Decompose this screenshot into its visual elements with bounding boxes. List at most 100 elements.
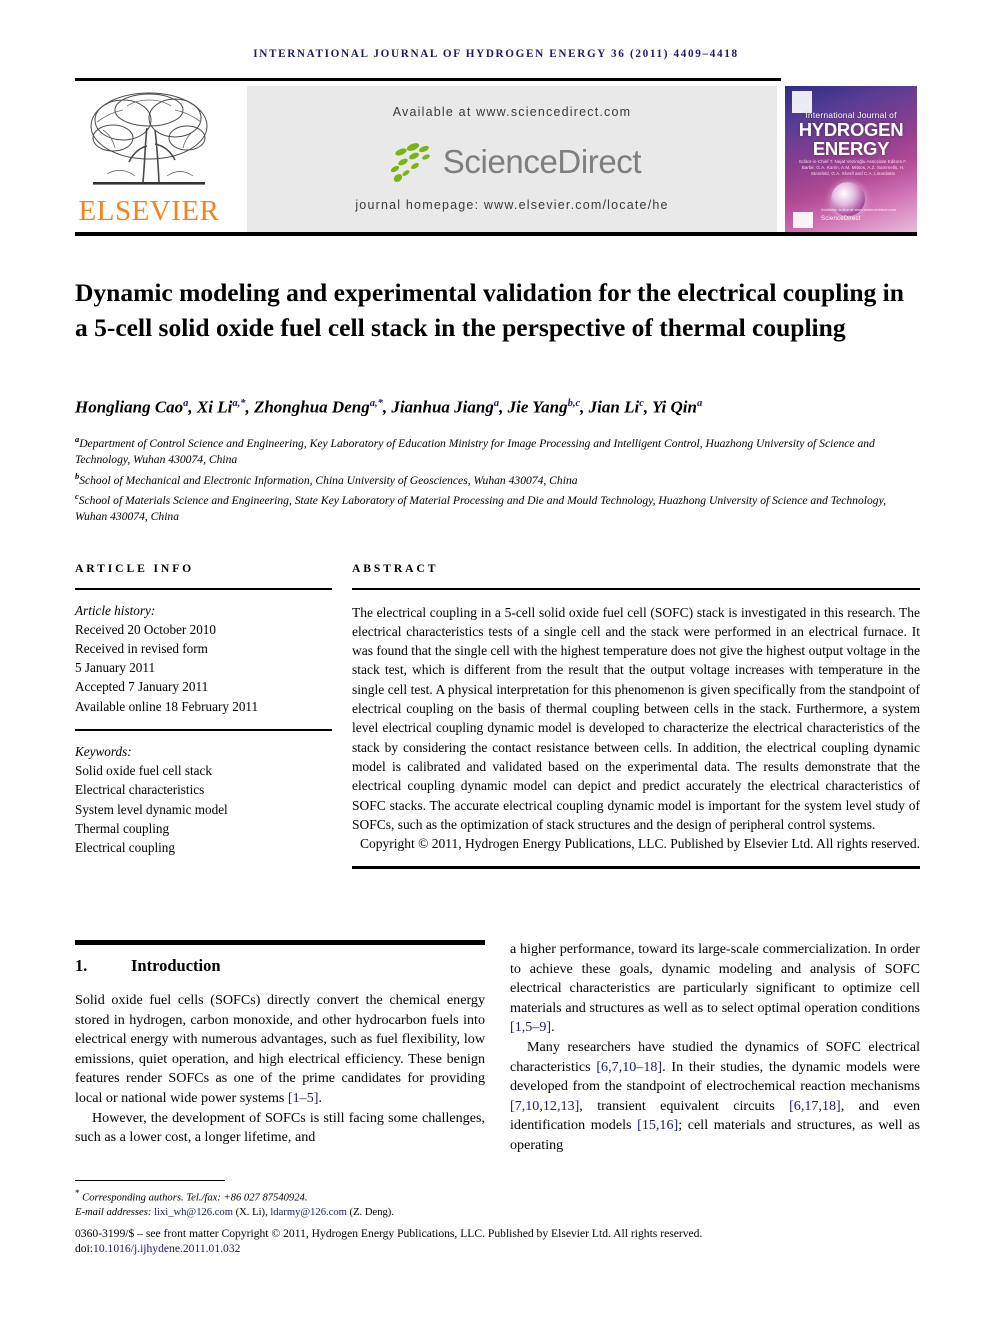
affiliation-item: bSchool of Mechanical and Electronic Inf… [75, 469, 920, 489]
email-owner: (X. Li) [232, 1207, 266, 1219]
section-heading: 1. Introduction [75, 955, 485, 977]
journal-article-page: International Journal of Hydrogen Energy… [0, 0, 992, 1323]
footnote-star: * [75, 1188, 80, 1198]
affiliation-text: Department of Control Science and Engine… [75, 436, 875, 467]
doi-link[interactable]: 10.1016/j.ijhydene.2011.01.032 [93, 1242, 240, 1255]
sciencedirect-wordmark: ScienceDirect [442, 143, 642, 180]
doi-line: doi:10.1016/j.ijhydene.2011.01.032 [75, 1241, 920, 1257]
citation-reference[interactable]: [15,16] [637, 1117, 678, 1133]
abstract-copyright: Copyright © 2011, Hydrogen Energy Public… [360, 836, 920, 852]
article-info-rule [75, 588, 332, 590]
email-addresses-label: E-mail addresses: [75, 1207, 152, 1219]
cover-iahe-logo-icon [793, 212, 813, 228]
body-paragraph: However, the development of SOFCs is sti… [75, 1109, 485, 1148]
body-paragraph: Solid oxide fuel cells (SOFCs) directly … [75, 991, 485, 1109]
author-affiliation-mark: c [639, 398, 644, 409]
body-text: , transient equivalent circuits [579, 1097, 790, 1114]
page-footer: * Corresponding authors. Tel./fax: +86 0… [75, 1180, 920, 1257]
author-name: Jian Li [588, 397, 640, 417]
citation-reference[interactable]: [7,10,12,13] [510, 1098, 579, 1114]
cover-editors: Editor-in-Chief T. Nejat Veziroğlu Assoc… [799, 159, 907, 176]
body-paragraph: a higher performance, toward its large-s… [510, 940, 920, 1038]
article-info-heading: ARTICLE INFO [75, 562, 195, 575]
journal-homepage-text: journal homepage: www.elsevier.com/locat… [355, 198, 669, 212]
body-text: . [318, 1089, 322, 1106]
author-affiliation-mark: a,* [369, 398, 383, 409]
masthead: ELSEVIER Available at www.sciencedirect.… [75, 78, 917, 240]
elsevier-logo: ELSEVIER [75, 86, 223, 232]
keyword-item: Electrical characteristics [75, 782, 205, 798]
author-affiliation-mark: a [696, 398, 703, 409]
footnote-corresponding: * Corresponding authors. Tel./fax: +86 0… [75, 1186, 920, 1206]
sciencedirect-leaves-icon [390, 143, 430, 182]
keyword-item: Electrical coupling [75, 840, 175, 856]
masthead-top-rule [75, 78, 781, 81]
abstract-rule [352, 588, 920, 590]
masthead-bottom-rule [75, 232, 917, 236]
abstract-block: ABSTRACT The electrical coupling in a 5-… [352, 562, 920, 869]
author-affiliation-mark: a [183, 398, 189, 409]
body-text: However, the development of SOFCs is sti… [75, 1109, 485, 1146]
page-title: Dynamic modeling and experimental valida… [75, 278, 904, 343]
doi-prefix: doi: [75, 1242, 94, 1256]
keywords-label: Keywords: [75, 744, 132, 759]
citation-reference[interactable]: [1–5] [288, 1090, 319, 1106]
sciencedirect-logo: ScienceDirect [247, 138, 777, 186]
article-history-item: Received 20 October 2010 [75, 621, 216, 637]
article-info-block: ARTICLE INFO Article history: Received 2… [75, 562, 332, 857]
footnote-emails: E-mail addresses: lixi_wh@126.com (X. Li… [75, 1207, 394, 1219]
article-history-item: Received in revised form [75, 641, 208, 656]
body-column-left: 1. Introduction Solid oxide fuel cells (S… [75, 940, 485, 1148]
section-rule [75, 940, 485, 945]
footnote-rule [75, 1180, 225, 1182]
author-list: Hongliang Caoa, Xi Lia,*, Zhonghua Denga… [75, 397, 703, 417]
section-number: 1. [75, 956, 88, 975]
author-name: Zhonghua Deng [253, 397, 370, 417]
article-history-item: 5 January 2011 [75, 660, 156, 676]
author-name: Jie Yang [507, 397, 568, 417]
body-text: a higher performance, toward its large-s… [510, 941, 920, 1016]
keyword-item: Solid oxide fuel cell stack [75, 763, 212, 779]
abstract-text: The electrical coupling in a 5-cell soli… [352, 604, 920, 832]
citation-reference[interactable]: [6,17,18] [789, 1098, 841, 1114]
author-affiliation-mark: a,* [232, 398, 246, 409]
available-at-text: Available at www.sciencedirect.com [392, 105, 632, 119]
body-column-right: a higher performance, toward its large-s… [510, 940, 920, 1156]
email-link[interactable]: ldarmy@126.com [270, 1207, 347, 1218]
citation-reference[interactable]: [1,5–9] [510, 1019, 551, 1035]
keyword-item: System level dynamic model [75, 801, 228, 817]
cover-available-text: Available online at www.sciencedirect.co… [821, 207, 897, 212]
cover-sciencedirect-label: ScienceDirect [821, 216, 861, 222]
article-history-item: Available online 18 February 2011 [75, 698, 259, 714]
email-owner: (Z. Deng) [346, 1207, 392, 1219]
keyword-lines: Solid oxide fuel cell stack Electrical ch… [75, 761, 332, 857]
author-affiliation-mark: b,c [567, 398, 581, 409]
journal-cover-thumbnail: International Journal of HYDROGEN ENERGY… [785, 86, 917, 232]
author-name: Jianhua Jiang [391, 397, 494, 417]
affiliation-text: School of Mechanical and Electronic Info… [79, 473, 578, 487]
citation-reference[interactable]: [6,7,10–18] [596, 1059, 662, 1075]
elsevier-wordmark: ELSEVIER [78, 195, 220, 227]
author-name: Xi Li [196, 397, 233, 417]
section-title: Introduction [131, 956, 221, 975]
article-history-label: Article history: [75, 602, 156, 618]
keywords-block: Keywords: Solid oxide fuel cell stack Ele… [75, 742, 332, 857]
running-head: International Journal of Hydrogen Energy… [253, 48, 739, 60]
abstract-heading: ABSTRACT [352, 562, 439, 575]
article-history-lines: Received 20 October 2010 Received in revi… [75, 620, 332, 716]
sciencedirect-banner: Available at www.sciencedirect.com Scien… [247, 86, 777, 232]
abstract-bottom-rule [352, 866, 920, 869]
affiliation-item: cSchool of Materials Science and Enginee… [75, 489, 920, 526]
affiliation-text: School of Materials Science and Engineer… [75, 493, 886, 524]
body-text: . [551, 1019, 555, 1036]
issn-copyright-line: 0360-3199/$ – see front matter Copyright… [75, 1226, 703, 1240]
affiliation-list: aDepartment of Control Science and Engin… [75, 432, 920, 526]
affiliation-item: aDepartment of Control Science and Engin… [75, 432, 920, 469]
keyword-item: Thermal coupling [75, 820, 170, 836]
body-paragraph: Many researchers have studied the dynami… [510, 1038, 920, 1156]
author-name: Hongliang Cao [75, 397, 184, 417]
keywords-rule [75, 728, 332, 731]
author-name: Yi Qin [652, 397, 697, 417]
body-text: Solid oxide fuel cells (SOFCs) directly … [75, 992, 485, 1106]
email-link[interactable]: lixi_wh@126.com [154, 1207, 233, 1218]
